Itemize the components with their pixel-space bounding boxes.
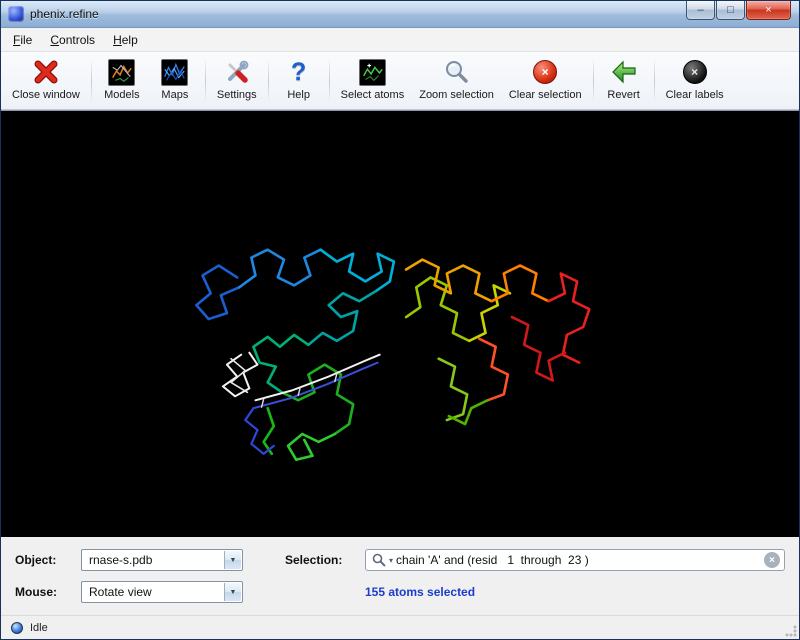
chevron-down-icon[interactable]: ▼: [224, 551, 241, 569]
selection-label: Selection:: [285, 553, 365, 567]
toolbar-button-settings[interactable]: Settings: [210, 54, 264, 107]
toolbar: Close window Models: [1, 52, 799, 110]
menu-controls[interactable]: Controls: [42, 30, 103, 50]
toolbar-button-models[interactable]: Models: [96, 54, 148, 107]
maps-icon: [161, 57, 188, 87]
object-dropdown-value: rnase-s.pdb: [89, 553, 152, 567]
toolbar-label: Revert: [607, 89, 639, 101]
toolbar-separator: [329, 58, 330, 103]
toolbar-label: Close window: [12, 89, 80, 101]
toolbar-button-help[interactable]: ? Help: [273, 54, 325, 107]
clear-selection-icon: ×: [533, 57, 557, 87]
revert-icon: [610, 57, 638, 87]
selection-input[interactable]: ▾ chain 'A' and (resid 1 through 23 ) ×: [365, 549, 785, 571]
toolbar-separator: [593, 58, 594, 103]
object-label: Object:: [15, 553, 81, 567]
toolbar-label: Help: [287, 89, 310, 101]
titlebar[interactable]: phenix.refine – □ ×: [1, 1, 799, 28]
toolbar-separator: [91, 58, 92, 103]
toolbar-label: Clear selection: [509, 89, 582, 101]
toolbar-button-clear-selection[interactable]: × Clear selection: [502, 54, 589, 107]
menu-file[interactable]: File: [5, 30, 40, 50]
toolbar-separator: [205, 58, 206, 103]
molecule-rendering: [1, 111, 799, 537]
window-title: phenix.refine: [30, 7, 99, 21]
molecule-viewport[interactable]: [1, 110, 799, 537]
atoms-selected-status: 155 atoms selected: [365, 585, 475, 599]
control-row-2: Mouse: Rotate view ▼ 155 atoms selected: [15, 576, 785, 608]
models-icon: [108, 57, 135, 87]
mouse-dropdown-value: Rotate view: [89, 585, 152, 599]
status-led-icon: [11, 622, 23, 634]
toolbar-button-zoom-selection[interactable]: Zoom selection: [412, 54, 501, 107]
minimize-button[interactable]: –: [686, 1, 715, 20]
help-icon: ?: [291, 57, 306, 87]
toolbar-label: Models: [104, 89, 139, 101]
control-row-1: Object: rnase-s.pdb ▼ Selection: ▾ chain…: [15, 544, 785, 576]
chevron-down-icon[interactable]: ▼: [224, 583, 241, 601]
phenix-window: phenix.refine – □ × File Controls Help C…: [0, 0, 800, 640]
search-icon: [372, 553, 386, 567]
toolbar-separator: [268, 58, 269, 103]
toolbar-separator: [654, 58, 655, 103]
status-bar: Idle: [1, 615, 799, 639]
toolbar-button-clear-labels[interactable]: × Clear labels: [659, 54, 731, 107]
toolbar-button-maps[interactable]: Maps: [149, 54, 201, 107]
settings-icon: [224, 57, 250, 87]
mouse-label: Mouse:: [15, 585, 81, 599]
menubar: File Controls Help: [1, 28, 799, 52]
control-panel: Object: rnase-s.pdb ▼ Selection: ▾ chain…: [1, 537, 799, 615]
resize-grip[interactable]: [785, 625, 797, 637]
toolbar-button-select-atoms[interactable]: Select atoms: [334, 54, 412, 107]
zoom-selection-icon: [444, 57, 470, 87]
toolbar-label: Zoom selection: [419, 89, 494, 101]
select-atoms-icon: [359, 57, 386, 87]
object-dropdown[interactable]: rnase-s.pdb ▼: [81, 549, 243, 571]
toolbar-label: Settings: [217, 89, 257, 101]
mouse-dropdown[interactable]: Rotate view ▼: [81, 581, 243, 603]
app-icon: [8, 6, 24, 22]
menu-help[interactable]: Help: [105, 30, 146, 50]
toolbar-button-revert[interactable]: Revert: [598, 54, 650, 107]
toolbar-button-close-window[interactable]: Close window: [5, 54, 87, 107]
window-buttons: – □ ×: [685, 1, 791, 20]
status-text: Idle: [30, 622, 48, 634]
close-button[interactable]: ×: [746, 1, 791, 20]
selection-value: chain 'A' and (resid 1 through 23 ): [396, 553, 761, 567]
selection-clear-icon[interactable]: ×: [764, 552, 780, 568]
search-options-caret-icon[interactable]: ▾: [389, 556, 393, 565]
toolbar-label: Select atoms: [341, 89, 405, 101]
close-window-icon: [33, 57, 59, 87]
toolbar-label: Clear labels: [666, 89, 724, 101]
toolbar-label: Maps: [161, 89, 188, 101]
clear-labels-icon: ×: [683, 57, 707, 87]
maximize-button[interactable]: □: [716, 1, 745, 20]
